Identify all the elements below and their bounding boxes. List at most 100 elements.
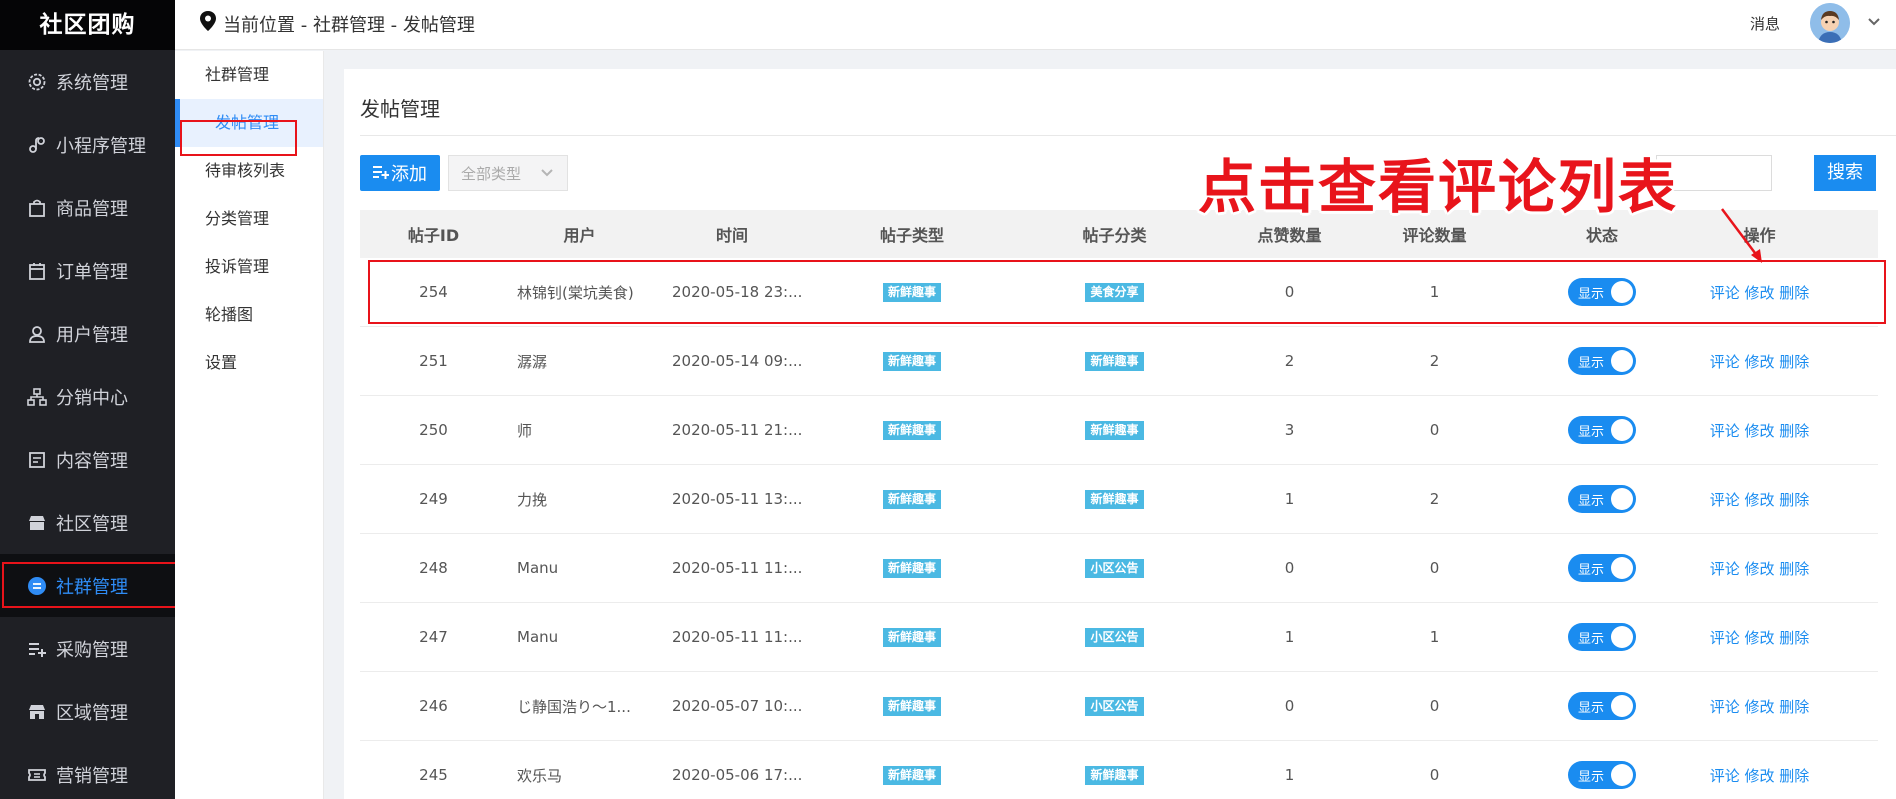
add-button[interactable]: 添加 bbox=[360, 155, 440, 191]
cell-user: 欢乐马 bbox=[517, 766, 563, 785]
user-icon bbox=[26, 323, 48, 345]
cell-type: 新鲜趣事 bbox=[812, 558, 1012, 578]
delete-link[interactable]: 删除 bbox=[1779, 629, 1809, 647]
submenu-item-groups[interactable]: 社群管理 bbox=[175, 51, 323, 99]
status-toggle[interactable]: 显示 bbox=[1568, 347, 1636, 375]
post-category-tag: 新鲜趣事 bbox=[1085, 352, 1144, 371]
cell-user: じ静国浩り～1... bbox=[517, 697, 631, 716]
avatar[interactable] bbox=[1810, 3, 1850, 43]
sidebar-item-orders[interactable]: 订单管理 bbox=[0, 239, 175, 302]
comments-link[interactable]: 评论 bbox=[1710, 629, 1740, 647]
sidebar-item-mini-program[interactable]: 小程序管理 bbox=[0, 113, 175, 176]
sidebar-item-distribution[interactable]: 分销中心 bbox=[0, 365, 175, 428]
cell-comments: 1 bbox=[1429, 283, 1440, 301]
edit-link[interactable]: 修改 bbox=[1744, 284, 1774, 302]
comments-link[interactable]: 评论 bbox=[1710, 767, 1740, 785]
cell-time: 2020-05-14 09:... bbox=[672, 352, 803, 370]
status-toggle[interactable]: 显示 bbox=[1568, 485, 1636, 513]
status-toggle[interactable]: 显示 bbox=[1568, 554, 1636, 582]
submenu-item-posts[interactable]: 发帖管理 bbox=[175, 99, 323, 147]
messages-link[interactable]: 消息 bbox=[1750, 13, 1780, 34]
status-toggle[interactable]: 显示 bbox=[1568, 623, 1636, 651]
sidebar-item-label: 社群管理 bbox=[56, 576, 128, 598]
toggle-knob bbox=[1611, 695, 1633, 717]
sidebar-item-purchasing[interactable]: 采购管理 bbox=[0, 617, 175, 680]
comments-link[interactable]: 评论 bbox=[1710, 422, 1740, 440]
cell-type: 新鲜趣事 bbox=[812, 351, 1012, 371]
cell-status: 显示 bbox=[1507, 623, 1697, 651]
sidebar-item-marketing[interactable]: 营销管理 bbox=[0, 743, 175, 799]
breadcrumb: 当前位置 - 社群管理 - 发帖管理 bbox=[199, 10, 475, 37]
comments-link[interactable]: 评论 bbox=[1710, 491, 1740, 509]
sidebar-item-content[interactable]: 内容管理 bbox=[0, 428, 175, 491]
table-row: 250 师 2020-05-11 21:... 新鲜趣事 新鲜趣事 3 0 显示… bbox=[360, 396, 1878, 465]
col-header-user: 用户 bbox=[563, 226, 596, 245]
search-button[interactable]: 搜索 bbox=[1814, 155, 1876, 191]
edit-link[interactable]: 修改 bbox=[1744, 560, 1774, 578]
sidebar-item-group-management[interactable]: 社群管理 bbox=[0, 554, 175, 617]
comments-link[interactable]: 评论 bbox=[1710, 698, 1740, 716]
cell-user: Manu bbox=[517, 559, 559, 577]
status-toggle[interactable]: 显示 bbox=[1568, 278, 1636, 306]
document-icon bbox=[26, 449, 48, 471]
sidebar-item-products[interactable]: 商品管理 bbox=[0, 176, 175, 239]
delete-link[interactable]: 删除 bbox=[1779, 353, 1809, 371]
status-toggle-label: 显示 bbox=[1578, 494, 1605, 509]
col-header-category: 帖子分类 bbox=[1082, 226, 1147, 245]
edit-link[interactable]: 修改 bbox=[1744, 698, 1774, 716]
cell-actions: 评论 修改 删除 bbox=[1697, 627, 1822, 648]
sidebar-item-regions[interactable]: 区域管理 bbox=[0, 680, 175, 743]
delete-link[interactable]: 删除 bbox=[1779, 284, 1809, 302]
submenu-item-pending-review[interactable]: 待审核列表 bbox=[175, 147, 323, 195]
sidebar-item-label: 商品管理 bbox=[56, 198, 128, 220]
cell-user: 力挽 bbox=[517, 490, 548, 509]
cell-likes: 1 bbox=[1284, 766, 1295, 784]
status-toggle[interactable]: 显示 bbox=[1568, 692, 1636, 720]
delete-link[interactable]: 删除 bbox=[1779, 698, 1809, 716]
edit-link[interactable]: 修改 bbox=[1744, 767, 1774, 785]
chevron-down-icon[interactable] bbox=[1866, 14, 1882, 34]
cell-time: 2020-05-11 11:... bbox=[672, 628, 803, 646]
add-button-label: 添加 bbox=[391, 164, 427, 185]
cell-id: 247 bbox=[419, 628, 448, 646]
comments-link[interactable]: 评论 bbox=[1710, 560, 1740, 578]
submenu-item-carousel[interactable]: 轮播图 bbox=[175, 291, 323, 339]
edit-link[interactable]: 修改 bbox=[1744, 629, 1774, 647]
sidebar-item-system[interactable]: 系统管理 bbox=[0, 50, 175, 113]
toggle-knob bbox=[1611, 488, 1633, 510]
table-row: 251 潺潺 2020-05-14 09:... 新鲜趣事 新鲜趣事 2 2 显… bbox=[360, 327, 1878, 396]
delete-link[interactable]: 删除 bbox=[1779, 560, 1809, 578]
submenu-item-complaints[interactable]: 投诉管理 bbox=[175, 243, 323, 291]
edit-link[interactable]: 修改 bbox=[1744, 491, 1774, 509]
cell-likes: 2 bbox=[1284, 352, 1295, 370]
delete-link[interactable]: 删除 bbox=[1779, 491, 1809, 509]
edit-link[interactable]: 修改 bbox=[1744, 422, 1774, 440]
submenu-item-categories[interactable]: 分类管理 bbox=[175, 195, 323, 243]
cell-user: Manu bbox=[517, 628, 559, 646]
post-type-tag: 新鲜趣事 bbox=[882, 421, 941, 440]
sidebar-item-users[interactable]: 用户管理 bbox=[0, 302, 175, 365]
comments-link[interactable]: 评论 bbox=[1710, 284, 1740, 302]
cell-id: 251 bbox=[419, 352, 448, 370]
sidebar-item-label: 用户管理 bbox=[56, 324, 128, 346]
post-category-tag: 美食分享 bbox=[1085, 283, 1144, 302]
sidebar-item-label: 小程序管理 bbox=[56, 135, 146, 157]
cell-comments: 1 bbox=[1429, 628, 1440, 646]
toggle-knob bbox=[1611, 281, 1633, 303]
type-select[interactable]: 全部类型 bbox=[448, 155, 568, 191]
cell-comments: 2 bbox=[1429, 352, 1440, 370]
table-row: 247 Manu 2020-05-11 11:... 新鲜趣事 小区公告 1 1… bbox=[360, 603, 1878, 672]
status-toggle-label: 显示 bbox=[1578, 356, 1605, 371]
delete-link[interactable]: 删除 bbox=[1779, 422, 1809, 440]
cell-actions: 评论 修改 删除 bbox=[1697, 696, 1822, 717]
submenu-item-settings[interactable]: 设置 bbox=[175, 339, 323, 387]
sidebar-item-community[interactable]: 社区管理 bbox=[0, 491, 175, 554]
edit-link[interactable]: 修改 bbox=[1744, 353, 1774, 371]
post-category-tag: 新鲜趣事 bbox=[1085, 766, 1144, 785]
status-toggle[interactable]: 显示 bbox=[1568, 761, 1636, 789]
cell-category: 新鲜趣事 bbox=[1012, 765, 1217, 785]
comments-link[interactable]: 评论 bbox=[1710, 353, 1740, 371]
delete-link[interactable]: 删除 bbox=[1779, 767, 1809, 785]
status-toggle[interactable]: 显示 bbox=[1568, 416, 1636, 444]
cell-comments: 0 bbox=[1429, 766, 1440, 784]
